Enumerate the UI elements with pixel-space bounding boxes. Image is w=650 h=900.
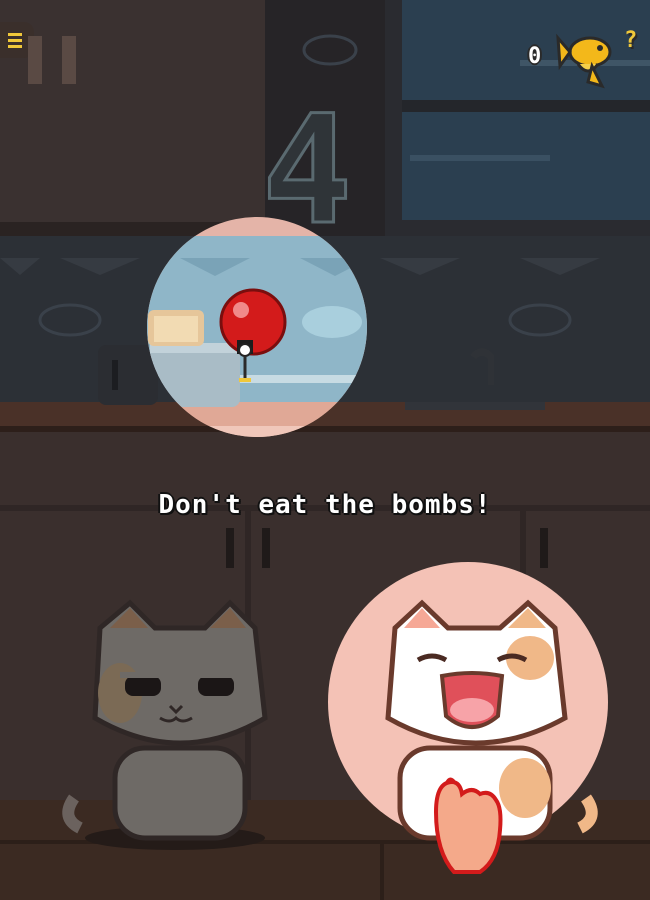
bomb-icon[interactable] <box>215 288 295 388</box>
help-button[interactable]: ? <box>624 28 637 53</box>
countdown-number: 4 <box>260 84 353 258</box>
pause-button[interactable] <box>28 36 84 86</box>
instruction-text: Don't eat the bombs! <box>158 490 492 520</box>
pointing-hand-icon <box>433 777 503 874</box>
game-scene[interactable]: 4 0 ? Don't eat the bombs! <box>0 0 650 900</box>
fish-counter: 0 <box>528 44 542 69</box>
goldfish-icon[interactable] <box>556 24 624 92</box>
grumpy-cat <box>62 599 268 850</box>
